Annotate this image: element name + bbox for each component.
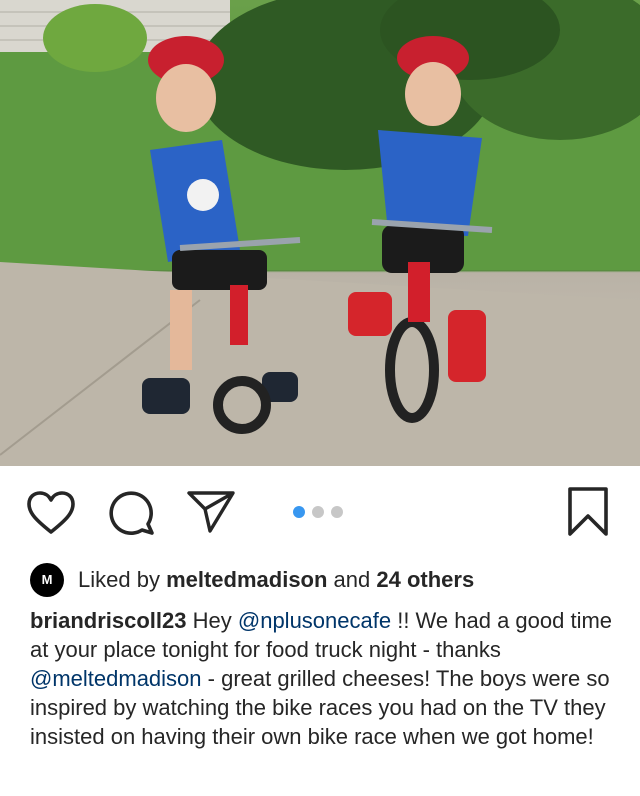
carousel-indicator xyxy=(293,506,343,518)
post-caption: briandriscoll23 Hey @nplusonecafe !! We … xyxy=(30,606,620,751)
likes-count-link[interactable]: 24 others xyxy=(376,567,474,593)
avatar-letter: M xyxy=(41,572,53,587)
likes-row: M Liked by meltedmadison and 24 others xyxy=(30,562,474,598)
carousel-dot xyxy=(331,506,343,518)
caption-mention-link[interactable]: @nplusonecafe xyxy=(238,608,391,633)
likes-connector: and xyxy=(327,567,377,592)
photo-illustration xyxy=(0,0,640,466)
caption-mention-link[interactable]: @meltedmadison xyxy=(30,666,202,691)
liker-avatar[interactable]: M xyxy=(30,563,64,597)
caption-username-link[interactable]: briandriscoll23 xyxy=(30,608,187,633)
caption-text: Hey xyxy=(186,608,238,633)
carousel-dot-active xyxy=(293,506,305,518)
likes-prefix: Liked by xyxy=(78,567,167,592)
bookmark-icon[interactable] xyxy=(566,486,610,538)
heart-icon[interactable] xyxy=(26,490,76,536)
liker-username-link[interactable]: meltedmadison xyxy=(166,567,327,593)
send-icon[interactable] xyxy=(186,488,236,534)
post-photo[interactable] xyxy=(0,0,640,466)
carousel-dot xyxy=(312,506,324,518)
comment-icon[interactable] xyxy=(108,490,156,538)
